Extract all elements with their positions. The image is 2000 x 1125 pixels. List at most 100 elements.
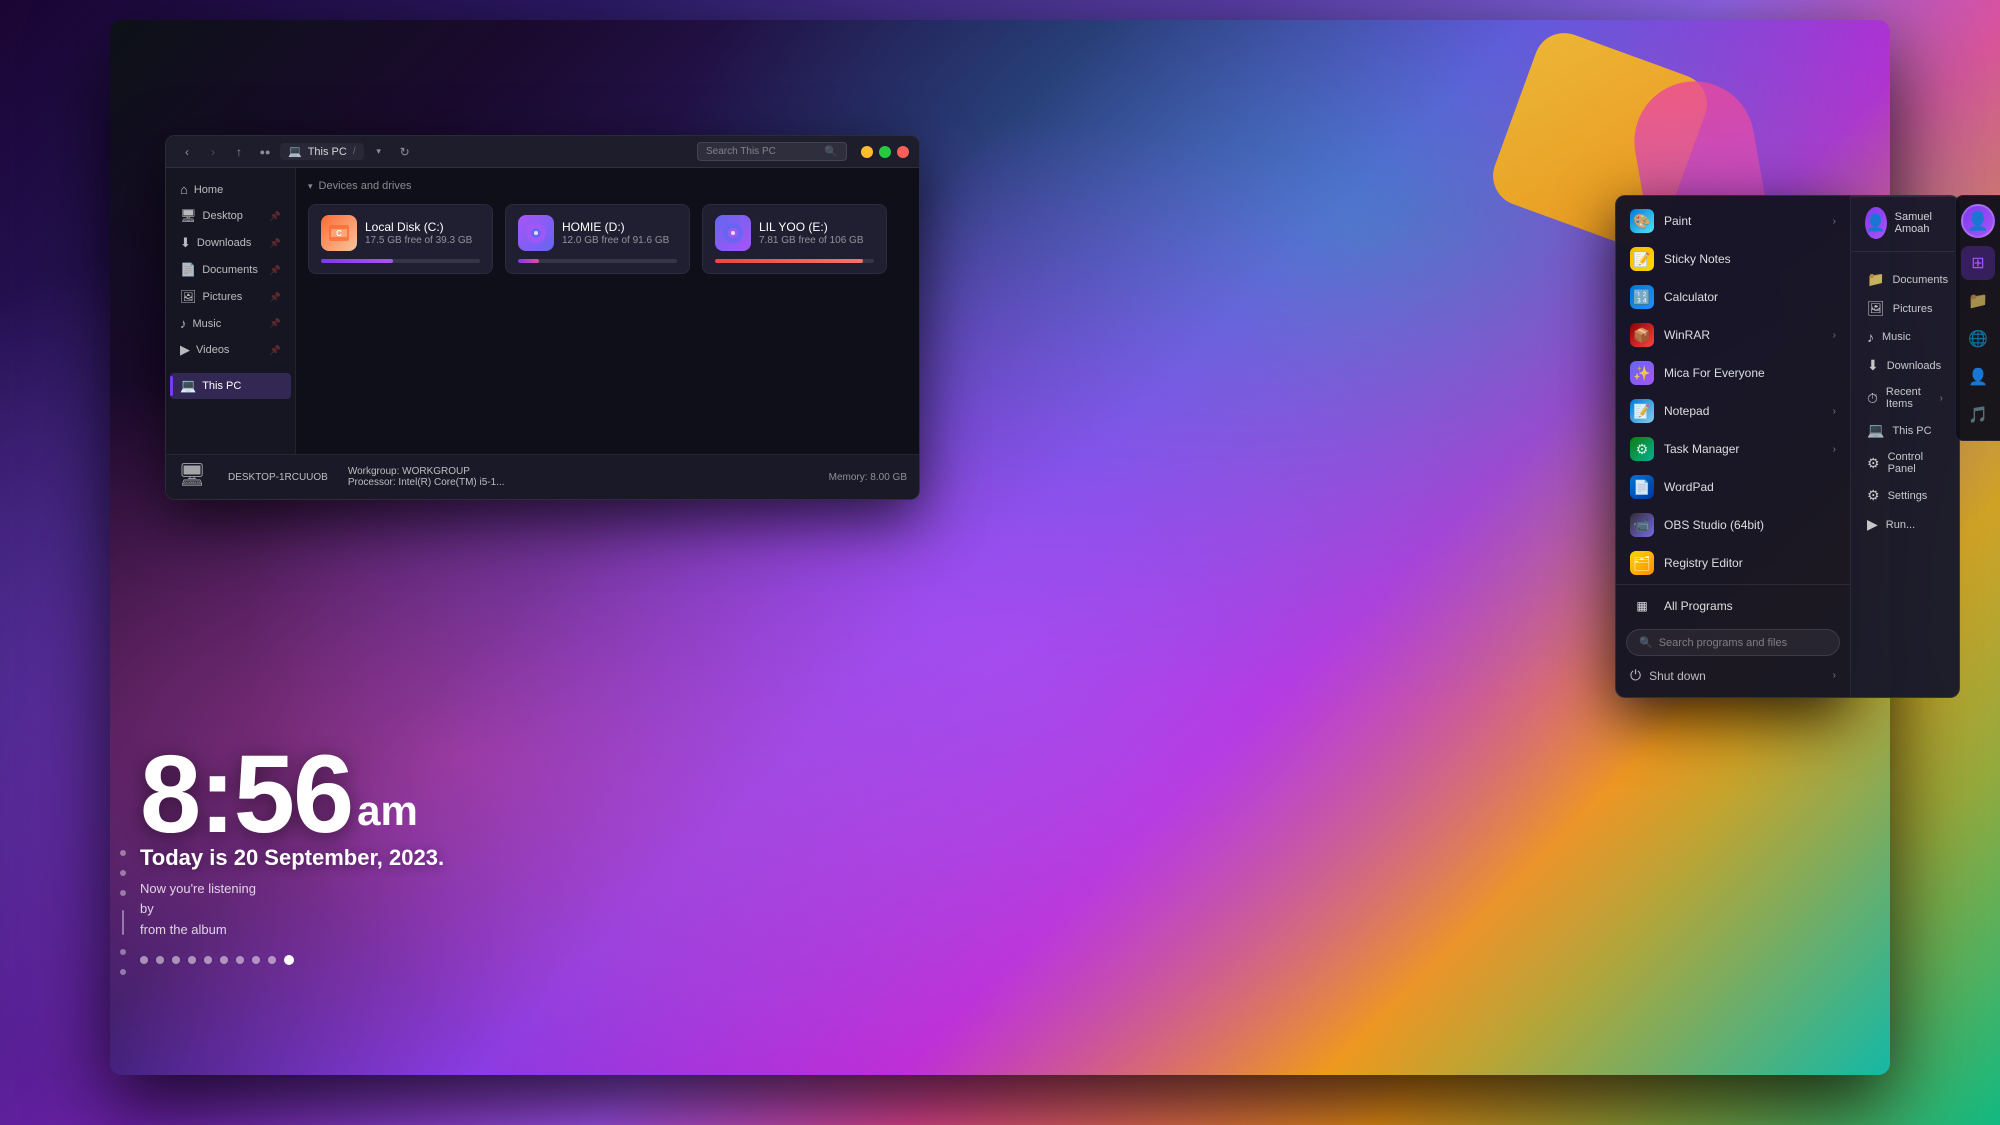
path-separator: / bbox=[353, 146, 356, 157]
workgroup-label: Workgroup: bbox=[348, 466, 400, 477]
start-item-winrar[interactable]: 📦 WinRAR › bbox=[1616, 316, 1850, 354]
sidebar-item-downloads[interactable]: ⬇ Downloads 📌 bbox=[170, 230, 291, 256]
close-button[interactable] bbox=[897, 146, 909, 158]
sr-item-downloads[interactable]: ⬇ Downloads bbox=[1861, 352, 1949, 379]
up-button[interactable]: ↑ bbox=[228, 141, 250, 163]
sidebar-item-videos[interactable]: ▶ Videos 📌 bbox=[170, 337, 291, 363]
section-arrow-icon: ▾ bbox=[308, 181, 313, 192]
sr-downloads-label: Downloads bbox=[1887, 360, 1941, 372]
drive-card-e[interactable]: LIL YOO (E:) 7.81 GB free of 106 GB bbox=[702, 204, 887, 274]
strip-item-user[interactable]: 👤 bbox=[1961, 360, 1995, 394]
start-item-obs[interactable]: 📹 OBS Studio (64bit) bbox=[1616, 506, 1850, 544]
dot-row bbox=[140, 955, 444, 965]
sr-thispc-icon: 💻 bbox=[1867, 422, 1884, 439]
drive-space-e: 7.81 GB free of 106 GB bbox=[759, 235, 864, 246]
sr-item-control[interactable]: ⚙ Control Panel bbox=[1861, 446, 1949, 480]
sr-music-icon: ♪ bbox=[1867, 329, 1874, 345]
nav-bar: ‹ › ↑ ●● 💻 This PC / ▾ ↻ Search This PC … bbox=[176, 141, 847, 163]
sr-item-pictures[interactable]: 🖼 Pictures bbox=[1861, 295, 1949, 322]
pin-icon-downloads: 📌 bbox=[270, 238, 281, 249]
winrar-label: WinRAR bbox=[1664, 328, 1710, 342]
sr-item-recent[interactable]: ⏱ Recent Items › bbox=[1861, 381, 1949, 415]
start-item-sticky[interactable]: 📝 Sticky Notes bbox=[1616, 240, 1850, 278]
sr-run-label: Run... bbox=[1886, 519, 1915, 531]
sidebar-item-home[interactable]: ⌂ Home bbox=[170, 177, 291, 202]
strip-item-network[interactable]: 🌐 bbox=[1961, 322, 1995, 356]
start-item-wordpad[interactable]: 📄 WordPad bbox=[1616, 468, 1850, 506]
calc-label: Calculator bbox=[1664, 290, 1718, 304]
start-item-notepad[interactable]: 📝 Notepad › bbox=[1616, 392, 1850, 430]
sr-run-icon: ▶ bbox=[1867, 516, 1878, 533]
right-divider-top bbox=[1851, 251, 1959, 252]
search-icon: 🔍 bbox=[824, 145, 838, 158]
dot-9 bbox=[268, 956, 276, 964]
path-dropdown[interactable]: ▾ bbox=[368, 141, 390, 163]
start-item-paint[interactable]: 🎨 Paint › bbox=[1616, 202, 1850, 240]
start-search-bar[interactable]: 🔍 Search programs and files bbox=[1626, 629, 1840, 656]
notepad-icon: 📝 bbox=[1630, 399, 1654, 423]
sidebar-item-documents[interactable]: 📄 Documents 📌 bbox=[170, 257, 291, 283]
start-item-regedit[interactable]: 🗂 Registry Editor bbox=[1616, 544, 1850, 582]
sidebar-label-pictures: Pictures bbox=[203, 291, 243, 303]
documents-icon: 📄 bbox=[180, 262, 196, 278]
user-name: Samuel Amoah bbox=[1895, 211, 1945, 235]
sr-item-run[interactable]: ▶ Run... bbox=[1861, 511, 1949, 538]
memory-label: Memory: bbox=[829, 472, 868, 483]
maximize-button[interactable] bbox=[879, 146, 891, 158]
sidebar-item-desktop[interactable]: 🖥 Desktop 📌 bbox=[170, 203, 291, 229]
sticky-icon: 📝 bbox=[1630, 247, 1654, 271]
videos-icon: ▶ bbox=[180, 342, 190, 358]
vert-dot-1 bbox=[120, 850, 126, 856]
start-shutdown[interactable]: ⏻ Shut down › bbox=[1616, 660, 1850, 691]
sidebar-item-music[interactable]: ♪ Music 📌 bbox=[170, 311, 291, 336]
strip-item-music[interactable]: 🎵 bbox=[1961, 398, 1995, 432]
path-bar[interactable]: 💻 This PC / bbox=[280, 143, 364, 160]
drive-bar-d bbox=[518, 259, 677, 263]
strip-item-apps[interactable]: ⊞ bbox=[1961, 246, 1995, 280]
sidebar-item-thispc[interactable]: 💻 This PC bbox=[170, 373, 291, 399]
pin-icon-documents: 📌 bbox=[270, 265, 281, 276]
icon-strip: 👤 ⊞ 📁 🌐 👤 🎵 bbox=[1955, 195, 2000, 441]
desktop-icon: 🖥 bbox=[180, 208, 197, 224]
refresh-button[interactable]: ↻ bbox=[394, 141, 416, 163]
recent-button[interactable]: ●● bbox=[254, 141, 276, 163]
start-divider bbox=[1616, 584, 1850, 585]
regedit-icon: 🗂 bbox=[1630, 551, 1654, 575]
sticky-label: Sticky Notes bbox=[1664, 252, 1731, 266]
pin-icon-pictures: 📌 bbox=[270, 292, 281, 303]
processor-text: Processor: Intel(R) Core(TM) i5-1... bbox=[348, 477, 505, 488]
strip-user-avatar[interactable]: 👤 bbox=[1961, 204, 1995, 238]
sr-item-music[interactable]: ♪ Music bbox=[1861, 324, 1949, 350]
drive-card-c[interactable]: C Local Disk (C:) 17.5 GB free of 39.3 G… bbox=[308, 204, 493, 274]
clock-widget: 8:56am Today is 20 September, 2023. Now … bbox=[140, 740, 444, 965]
sr-item-documents[interactable]: 📁 Documents bbox=[1861, 266, 1949, 293]
taskmgr-label: Task Manager bbox=[1664, 442, 1739, 456]
clock-time: 8:56 bbox=[140, 733, 352, 856]
drive-info-e: LIL YOO (E:) 7.81 GB free of 106 GB bbox=[759, 220, 864, 246]
start-item-taskmgr[interactable]: ⚙ Task Manager › bbox=[1616, 430, 1850, 468]
sidebar-item-pictures[interactable]: 🖼 Pictures 📌 bbox=[170, 284, 291, 310]
drive-icon-c: C bbox=[321, 215, 357, 251]
strip-item-folder[interactable]: 📁 bbox=[1961, 284, 1995, 318]
drive-card-d[interactable]: HOMIE (D:) 12.0 GB free of 91.6 GB bbox=[505, 204, 690, 274]
dot-10 bbox=[284, 955, 294, 965]
drive-header-d: HOMIE (D:) 12.0 GB free of 91.6 GB bbox=[518, 215, 677, 251]
back-button[interactable]: ‹ bbox=[176, 141, 198, 163]
search-bar[interactable]: Search This PC 🔍 bbox=[697, 142, 847, 161]
sr-control-icon: ⚙ bbox=[1867, 455, 1880, 472]
path-text: This PC bbox=[308, 146, 347, 158]
start-item-mica[interactable]: ✨ Mica For Everyone bbox=[1616, 354, 1850, 392]
sr-pictures-label: Pictures bbox=[1893, 303, 1933, 315]
user-section: 👤 Samuel Amoah bbox=[1851, 196, 1959, 249]
sr-pictures-icon: 🖼 bbox=[1867, 300, 1885, 317]
forward-button[interactable]: › bbox=[202, 141, 224, 163]
drive-bar-fill-c bbox=[321, 259, 393, 263]
start-item-allprograms[interactable]: ▦ All Programs bbox=[1616, 587, 1850, 625]
minimize-button[interactable] bbox=[861, 146, 873, 158]
taskmgr-arrow: › bbox=[1833, 444, 1836, 455]
sr-item-thispc[interactable]: 💻 This PC bbox=[1861, 417, 1949, 444]
vert-dot-3 bbox=[120, 890, 126, 896]
start-item-calc[interactable]: 🔢 Calculator bbox=[1616, 278, 1850, 316]
sr-item-settings[interactable]: ⚙ Settings bbox=[1861, 482, 1949, 509]
section-header: ▾ Devices and drives bbox=[308, 180, 907, 192]
